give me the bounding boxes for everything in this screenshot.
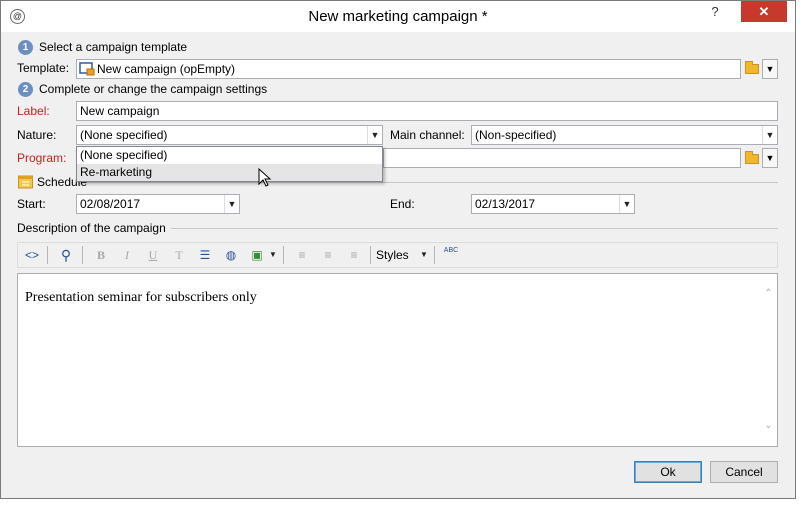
cancel-button[interactable]: Cancel — [710, 461, 778, 483]
main-channel-dropdown-arrow[interactable]: ▼ — [762, 126, 777, 144]
title-bar[interactable]: @ New marketing campaign * ? ✕ — [1, 1, 795, 32]
styles-dropdown-arrow-icon[interactable]: ▼ — [418, 245, 430, 265]
schedule-divider — [87, 182, 778, 183]
ok-button[interactable]: Ok — [634, 461, 702, 483]
template-dropdown-button[interactable]: ▼ — [762, 59, 778, 79]
styles-dropdown-label[interactable]: Styles — [376, 248, 409, 263]
nature-option-none-specified[interactable]: (None specified) — [77, 147, 382, 164]
source-code-icon[interactable]: <> — [22, 245, 42, 265]
nature-option-re-marketing[interactable]: Re-marketing — [77, 164, 382, 181]
toolbar-separator — [283, 246, 284, 264]
start-date-value: 02/08/2017 — [80, 197, 141, 211]
insert-image-icon[interactable]: ▣ — [247, 245, 267, 265]
start-date-picker-button[interactable]: ▼ — [224, 195, 239, 213]
program-dropdown-button[interactable]: ▼ — [762, 148, 778, 168]
description-text: Presentation seminar for subscribers onl… — [25, 290, 257, 305]
toolbar-separator — [370, 246, 371, 264]
underline-icon[interactable]: U — [143, 245, 163, 265]
nature-value: (None specified) — [80, 128, 168, 142]
editor-toolbar: <> ⚲ B I U T ☰ ◍ ▣ ▼ ≡ ≡ ≡ Styles ▼ ABC — [17, 242, 778, 268]
step-2-label: Complete or change the campaign settings — [39, 82, 268, 96]
spell-check-icon[interactable]: ABC — [441, 245, 461, 265]
step-1-label: Select a campaign template — [39, 40, 188, 54]
close-button[interactable]: ✕ — [741, 1, 787, 22]
dialog-window: @ New marketing campaign * ? ✕ 1 Select … — [0, 0, 796, 499]
toolbar-separator — [47, 246, 48, 264]
label-input[interactable]: New campaign — [76, 101, 778, 121]
toolbar-separator — [82, 246, 83, 264]
scroll-down-icon[interactable]: ⌄ — [763, 420, 774, 431]
align-right-icon[interactable]: ≡ — [344, 245, 364, 265]
align-center-icon[interactable]: ≡ — [318, 245, 338, 265]
template-field[interactable]: New campaign (opEmpty) — [76, 59, 741, 79]
start-date-input[interactable]: 02/08/2017 — [76, 194, 240, 214]
campaign-template-icon — [79, 62, 95, 76]
description-divider — [171, 228, 778, 229]
label-field-label: Label: — [17, 104, 50, 118]
help-button[interactable]: ? — [702, 1, 728, 22]
align-left-icon[interactable]: ≡ — [292, 245, 312, 265]
bold-icon[interactable]: B — [91, 245, 111, 265]
program-label: Program: — [17, 151, 67, 165]
step-2-badge: 2 — [18, 82, 33, 97]
bullet-list-icon[interactable]: ☰ — [195, 245, 215, 265]
template-folder-icon[interactable] — [745, 61, 759, 74]
main-channel-value: (Non-specified) — [475, 128, 557, 142]
insert-link-icon[interactable]: ◍ — [221, 245, 241, 265]
description-title: Description of the campaign — [17, 221, 166, 235]
spell-check-label: ABC — [443, 247, 459, 254]
calendar-icon — [18, 175, 33, 189]
end-date-input[interactable]: 02/13/2017 — [471, 194, 635, 214]
template-value: New campaign (opEmpty) — [97, 62, 236, 76]
scroll-up-icon[interactable]: ⌃ — [763, 288, 774, 299]
window-title: New marketing campaign * — [308, 8, 488, 25]
nature-select[interactable]: (None specified) — [76, 125, 383, 145]
start-label: Start: — [17, 197, 46, 211]
image-dropdown-arrow-icon[interactable]: ▼ — [267, 245, 279, 265]
description-editor[interactable]: Presentation seminar for subscribers onl… — [17, 273, 778, 447]
step-1-badge: 1 — [18, 40, 33, 55]
nature-dropdown-list: (None specified) Re-marketing — [76, 146, 383, 182]
italic-icon[interactable]: I — [117, 245, 137, 265]
mouse-pointer-icon — [258, 168, 272, 187]
main-channel-label: Main channel: — [390, 128, 465, 142]
program-folder-icon[interactable] — [745, 151, 759, 164]
nature-dropdown-arrow[interactable]: ▼ — [367, 126, 382, 144]
nature-label: Nature: — [17, 128, 57, 142]
editor-scrollbar[interactable]: ⌃ ⌄ — [760, 274, 777, 446]
template-label: Template: — [17, 61, 70, 75]
program-field[interactable] — [383, 148, 741, 168]
end-date-picker-button[interactable]: ▼ — [619, 195, 634, 213]
clear-format-icon[interactable]: T — [169, 245, 189, 265]
end-label: End: — [390, 197, 415, 211]
main-channel-select[interactable]: (Non-specified) — [471, 125, 778, 145]
find-binoculars-icon[interactable]: ⚲ — [56, 245, 76, 265]
end-date-value: 02/13/2017 — [475, 197, 536, 211]
toolbar-separator — [434, 246, 435, 264]
